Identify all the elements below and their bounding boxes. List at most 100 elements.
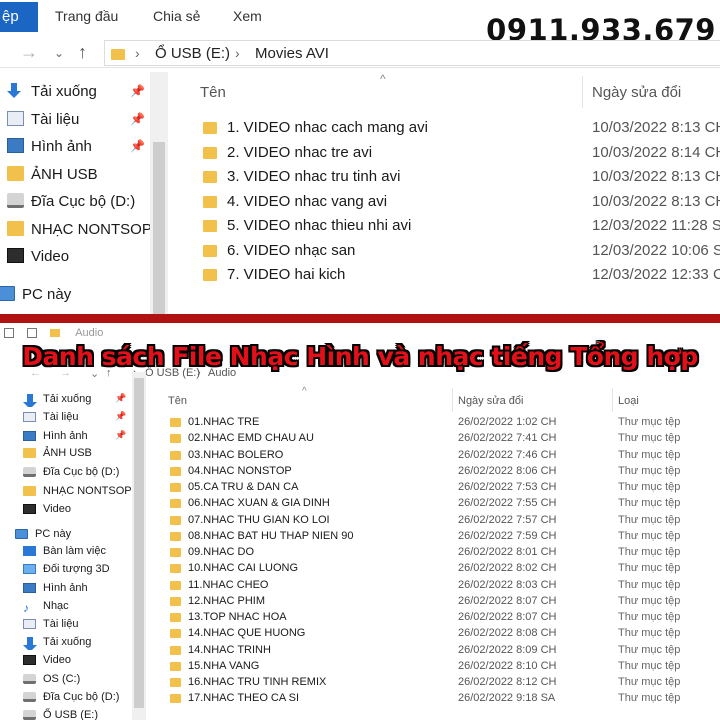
pin-icon[interactable]: 📌 [130, 112, 145, 126]
tab-file[interactable]: ệp [0, 2, 38, 32]
folder-icon [111, 49, 125, 60]
file-type: Thư mục tệp [618, 659, 681, 672]
scrollbar-thumb[interactable] [134, 378, 144, 708]
file-name: 09.NHAC DO [188, 546, 255, 558]
list-item[interactable]: 12.NHAC PHIM 26/02/2022 8:07 CH Thư mục tệ… [160, 594, 720, 610]
sidebar-item-label: Hình ảnh [43, 582, 88, 594]
address-row: → ⌄ ↑ › Ổ USB (E:) › Movies AVI [0, 38, 720, 68]
sidebar-item-nhac-nontsop[interactable]: NHẠC NONTSOP [0, 218, 150, 242]
file-type: Thư mục tệp [618, 676, 681, 688]
recent-locations-chevron-icon[interactable]: ⌄ [54, 46, 64, 60]
list-item[interactable]: 11.NHAC CHEO 26/02/2022 8:03 CH Thư mục tệ… [160, 578, 720, 594]
folder-icon [170, 515, 181, 525]
list-item[interactable]: 2. VIDEO nhac tre avi 10/03/2022 8:14 CH [200, 142, 720, 166]
list-item[interactable]: 14.NHAC QUE HUONG 26/02/2022 8:08 CH Thư m… [160, 626, 720, 642]
folder-icon [170, 596, 181, 606]
file-name: 7. VIDEO hai kich [227, 266, 346, 283]
nav-scrollbar[interactable] [150, 72, 168, 314]
file-name: 2. VIDEO nhac tre avi [227, 143, 373, 161]
breadcrumb-separator-icon[interactable]: › [135, 45, 140, 61]
file-name: 16.NHAC TRU TINH REMIX [188, 676, 327, 688]
breadcrumb-movies-avi[interactable]: Movies AVI [255, 45, 329, 62]
sidebar-item-hinh-anh[interactable]: Hình ảnh 📌 [0, 135, 150, 159]
list-item[interactable]: 3. VIDEO nhac tru tinh avi 10/03/2022 8:1… [200, 166, 720, 190]
sidebar-item-label: Tải xuống [43, 636, 92, 648]
list-item[interactable]: 14.NHAC TRINH 26/02/2022 8:09 CH Thư mục t… [160, 643, 720, 659]
column-header-date[interactable]: Ngày sửa đổi [458, 395, 523, 407]
tab-view[interactable]: Xem [233, 8, 262, 24]
file-name: 03.NHAC BOLERO [188, 448, 284, 461]
sidebar-item-label: NHẠC NONTSOP [31, 221, 150, 238]
folder-icon [203, 195, 217, 208]
list-item[interactable]: 16.NHAC TRU TINH REMIX 26/02/2022 8:12 CH… [160, 675, 720, 691]
pin-icon[interactable]: 📌 [115, 411, 126, 422]
sidebar-item-label: Video [31, 248, 70, 265]
address-bar[interactable]: › Ổ USB (E:) › Movies AVI [104, 40, 720, 66]
column-header-name[interactable]: Tên [168, 395, 187, 407]
file-date: 26/02/2022 8:07 CH [458, 594, 557, 607]
file-name: 6. VIDEO nhạc san [227, 241, 356, 259]
list-item[interactable]: 01.NHAC TRE 26/02/2022 1:02 CH Thư mục tệp [160, 415, 720, 431]
sidebar-item-pc-nay[interactable]: PC này [0, 526, 152, 542]
file-date: 10/03/2022 8:13 CH [592, 119, 720, 136]
list-item[interactable]: 5. VIDEO nhac thieu nhi avi 12/03/2022 11… [200, 215, 720, 239]
column-header-date[interactable]: Ngày sửa đổi [592, 84, 681, 101]
list-item[interactable]: 13.TOP NHAC HOA 26/02/2022 8:07 CH Thư mục… [160, 610, 720, 626]
list-item[interactable]: 04.NHAC NONSTOP 26/02/2022 8:06 CH Thư mục… [160, 464, 720, 480]
pin-icon[interactable]: 📌 [130, 139, 145, 153]
folder-icon [203, 220, 217, 232]
pin-icon[interactable]: 📌 [115, 430, 126, 441]
column-divider[interactable] [452, 388, 453, 412]
column-divider[interactable] [612, 388, 613, 412]
list-item[interactable]: 15.NHA VANG 26/02/2022 8:10 CH Thư mục tệp [160, 659, 720, 675]
sidebar-item-tai-xuong[interactable]: Tải xuống 📌 [0, 80, 150, 104]
breadcrumb-separator-icon[interactable]: › [235, 45, 240, 61]
list-item[interactable]: 07.NHAC THU GIAN KO LOI 26/02/2022 7:57 C… [160, 513, 720, 529]
file-date: 10/03/2022 8:13 CH [592, 192, 720, 210]
list-item[interactable]: 05.CA TRU & DAN CA 26/02/2022 7:53 CH Thư … [160, 480, 720, 496]
up-arrow-icon[interactable]: ↑ [78, 42, 87, 63]
file-type: Thư mục tệp [618, 481, 681, 493]
file-name: 5. VIDEO nhac thieu nhi avi [227, 217, 412, 234]
list-item[interactable]: 02.NHAC EMD CHAU AU 26/02/2022 7:41 CH Thư… [160, 431, 720, 447]
list-item[interactable]: 1. VIDEO nhac cach mang avi 10/03/2022 8:… [200, 117, 720, 141]
file-type: Thư mục tệp [618, 529, 681, 542]
tab-home[interactable]: Trang đầu [55, 8, 118, 24]
file-date: 12/03/2022 11:28 SA [592, 217, 720, 234]
sidebar-item-label: Tải xuống [31, 83, 97, 100]
sidebar-item-dia-cuc-bo-d[interactable]: Đĩa Cục bộ (D:) [0, 190, 150, 214]
forward-arrow-icon[interactable]: → [20, 42, 38, 63]
download-icon [23, 394, 37, 407]
file-date: 12/03/2022 12:33 CH [592, 266, 720, 283]
list-item[interactable]: 10.NHAC CAI LUONG 26/02/2022 8:02 CH Thư m… [160, 561, 720, 577]
file-name: 04.NHAC NONSTOP [188, 464, 292, 477]
file-date: 26/02/2022 8:03 CH [458, 578, 557, 591]
folder-icon [203, 146, 217, 159]
list-item[interactable]: 4. VIDEO nhac vang avi 10/03/2022 8:13 CH [200, 191, 720, 215]
sidebar-item-anh-usb[interactable]: ẢNH USB [0, 163, 150, 187]
list-item[interactable]: 06.NHAC XUAN & GIA DINH 26/02/2022 7:55 C… [160, 496, 720, 512]
list-item[interactable]: 6. VIDEO nhạc san 12/03/2022 10:06 SA [200, 240, 720, 264]
folder-icon [203, 269, 217, 281]
column-header-name[interactable]: Tên [200, 84, 226, 101]
list-item[interactable]: 17.NHAC THEO CA SI 26/02/2022 9:18 SA Thư … [160, 691, 720, 707]
list-item[interactable]: 08.NHAC BAT HU THAP NIEN 90 26/02/2022 7:… [160, 529, 720, 545]
sidebar-item-video[interactable]: Video [0, 245, 150, 269]
sidebar-item-pc-nay[interactable]: PC này [0, 283, 141, 307]
list-item[interactable]: 7. VIDEO hai kich 12/03/2022 12:33 CH [200, 264, 720, 288]
list-item[interactable]: 09.NHAC DO 26/02/2022 8:01 CH Thư mục tệp [160, 545, 720, 561]
file-date: 10/03/2022 8:14 CH [592, 143, 720, 161]
breadcrumb-usb-drive[interactable]: Ổ USB (E:) [155, 45, 230, 62]
list-item[interactable]: 03.NHAC BOLERO 26/02/2022 7:46 CH Thư mục … [160, 448, 720, 464]
folder-icon [170, 645, 181, 655]
pictures-icon [7, 138, 24, 153]
column-divider[interactable] [582, 76, 583, 108]
pin-icon[interactable]: 📌 [115, 393, 126, 404]
pin-icon[interactable]: 📌 [130, 84, 145, 98]
tab-share[interactable]: Chia sẻ [153, 8, 200, 24]
nav-scrollbar[interactable] [132, 372, 146, 720]
desktop-icon [23, 546, 36, 556]
sidebar-item-tai-lieu[interactable]: Tài liệu 📌 [0, 108, 150, 132]
scrollbar-thumb[interactable] [153, 142, 165, 314]
column-header-type[interactable]: Loại [618, 395, 639, 407]
